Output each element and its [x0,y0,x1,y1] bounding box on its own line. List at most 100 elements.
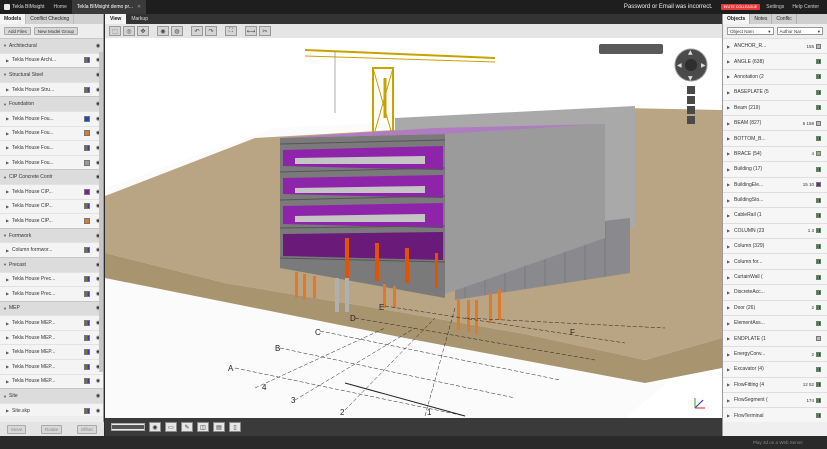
fit-icon[interactable]: ⛶ [225,26,237,36]
caret-right-icon[interactable]: ▶ [727,167,734,172]
color-swatch[interactable] [816,43,821,49]
new-model-group-button[interactable]: New Model Group [33,27,79,35]
model-item[interactable]: ▶ Tekla House CIP... ◉ [0,213,103,228]
object-row[interactable]: ▶ Beam (219) [723,99,827,115]
caret-right-icon[interactable]: ▶ [727,90,734,95]
eye-icon[interactable]: ◉ [93,393,103,399]
model-item[interactable]: ▶ Tekla House Prec... ◉ [0,286,103,301]
color-swatch[interactable] [84,334,90,341]
color-swatch[interactable] [816,105,821,111]
model-group[interactable]: ▼ CIP Concrete Contr ◉ [0,169,103,184]
color-swatch[interactable] [84,349,90,356]
tab-markup[interactable]: Markup [126,14,153,24]
eye-icon[interactable]: ◉ [93,43,103,49]
object-row[interactable]: ▶ BuildingEle... 15 10 [723,176,827,192]
document-icon[interactable]: ▯ [229,422,241,432]
color-swatch[interactable] [816,151,821,157]
redo-icon[interactable]: ↷ [205,26,217,36]
object-row[interactable]: ▶ FlowFitting (4 12 52 [723,376,827,392]
tab-objects[interactable]: Objects [723,14,751,24]
caret-right-icon[interactable]: ▶ [727,228,734,233]
object-row[interactable]: ▶ ANCHOR_R... 155 [723,38,827,54]
color-swatch[interactable] [84,378,90,385]
color-swatch[interactable] [816,136,821,142]
caret-right-icon[interactable]: ▶ [727,74,734,79]
model-group[interactable]: ▼ Formwork ◉ [0,227,103,243]
caret-right-icon[interactable]: ▶ [727,59,734,64]
add-files-button[interactable]: Add Files [4,27,31,35]
model-group[interactable]: ▼ Foundation ◉ [0,96,103,111]
tab-view[interactable]: View [105,14,127,24]
color-swatch[interactable] [816,382,821,388]
object-row[interactable]: ▶ FlowSegment (174 [723,391,827,408]
color-swatch[interactable] [84,144,90,151]
paint-icon[interactable]: ✎ [181,422,193,432]
model-item[interactable]: ▶ Column formwor... ◉ [0,242,103,257]
tab-notes[interactable]: Notes [750,14,773,24]
model-item[interactable]: ▶ Tekla House Stru... ◉ [0,81,103,97]
model-item[interactable]: ▶ Tekla House Fou... ◉ [0,154,103,170]
move-button[interactable]: Move [7,424,27,434]
close-icon[interactable]: ✕ [137,4,141,10]
color-swatch[interactable] [84,407,90,414]
color-swatch[interactable] [816,274,821,280]
object-row[interactable]: ▶ Door (26) 2 [723,299,827,316]
color-swatch[interactable] [84,217,90,224]
nav-home[interactable]: Home [49,0,72,14]
color-swatch[interactable] [84,159,90,166]
model-group[interactable]: ▼ Structural Steel ◉ [0,67,103,82]
orbit-icon[interactable]: ◎ [123,26,135,36]
model-item[interactable]: ▶ Tekla House MEP... ◉ [0,344,103,360]
object-row[interactable]: ▶ FlowTerminal [723,407,827,422]
model-item[interactable]: ▶ Tekla House Prec... ◉ [0,271,103,287]
select-icon[interactable]: ⬚ [109,26,121,36]
object-row[interactable]: ▶ Column for... [723,253,827,269]
color-swatch[interactable] [84,363,90,370]
color-swatch[interactable] [816,197,821,203]
3d-viewport[interactable]: A B C D E F 1 2 3 4 ▲ ▼ ◀ ▶ [105,38,722,418]
object-row[interactable]: ▶ BEAM (827) 6 158 [723,114,827,131]
caret-right-icon[interactable]: ▶ [727,198,734,203]
color-swatch[interactable] [816,413,821,419]
caret-right-icon[interactable]: ▶ [727,413,734,418]
model-item[interactable]: ▶ Tekla House Fou... ◉ [0,140,103,155]
caret-right-icon[interactable]: ▶ [727,290,734,295]
caret-right-icon[interactable]: ▶ [727,44,734,49]
color-swatch[interactable] [84,320,90,327]
walk-icon[interactable]: ◍ [171,26,183,36]
camera-icon[interactable]: ◫ [197,422,209,432]
color-swatch[interactable] [816,89,821,95]
model-group[interactable]: ▼ Architectural ◉ [0,38,103,53]
eye-icon[interactable]: ◉ [149,422,161,432]
model-item[interactable]: ▶ Tekla House MEP... ◉ [0,359,103,374]
model-item[interactable]: ▶ Tekla House Fou... ◉ [0,125,103,141]
clip-icon[interactable]: ✂ [259,26,271,36]
object-row[interactable]: ▶ Column (329) [723,238,827,254]
color-swatch[interactable] [816,243,821,249]
caret-right-icon[interactable]: ▶ [727,398,734,403]
color-swatch[interactable] [84,247,90,254]
caret-right-icon[interactable]: ▶ [727,321,734,326]
color-swatch[interactable] [816,336,821,342]
object-name-select[interactable]: Object Nam ▾ [727,27,774,35]
caret-right-icon[interactable]: ▶ [727,367,734,372]
model-item[interactable]: ▶ Site.skp ◉ [0,402,103,416]
object-row[interactable]: ▶ BRACE (54) 4 [723,145,827,162]
color-swatch[interactable] [84,188,90,195]
model-item[interactable]: ▶ Tekla House MEP... ◉ [0,315,103,330]
look-icon[interactable]: ◉ [157,26,169,36]
object-row[interactable]: ▶ Building (17) [723,161,827,177]
caret-right-icon[interactable]: ▶ [727,259,734,264]
model-group[interactable]: ▼ Precast ◉ [0,256,103,272]
model-item[interactable]: ▶ Tekla House MEP... ◉ [0,329,103,345]
caret-right-icon[interactable]: ▶ [727,352,734,357]
color-swatch[interactable] [84,86,90,93]
caret-right-icon[interactable]: ▶ [727,244,734,249]
tab-conflicts[interactable]: Conflic [772,14,797,24]
color-swatch[interactable] [84,203,90,210]
color-swatch[interactable] [84,57,90,64]
comment-icon[interactable]: ▭ [165,422,177,432]
object-row[interactable]: ▶ Excavator (4) [723,361,827,377]
left-scrollbar[interactable] [99,52,103,372]
zoom-slider[interactable] [111,423,145,431]
